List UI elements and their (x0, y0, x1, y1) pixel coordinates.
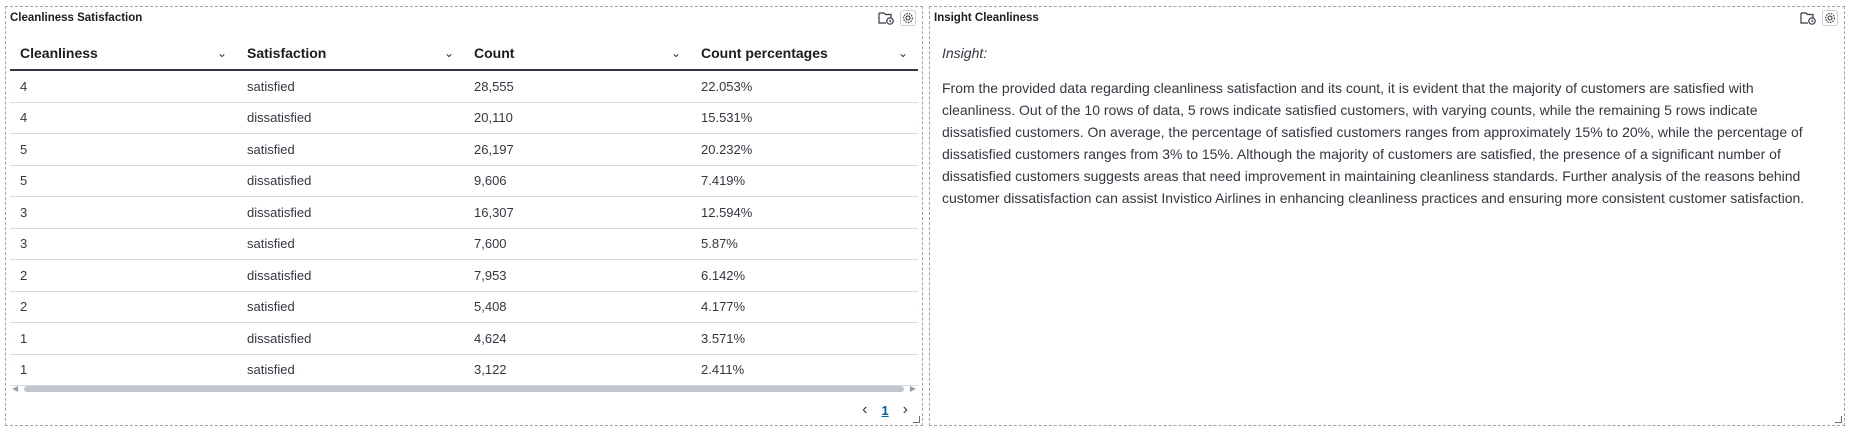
horizontal-scrollbar[interactable]: ◀ ▶ (10, 384, 918, 394)
chevron-left-icon[interactable]: ‹ (862, 401, 867, 419)
column-header-label: Satisfaction (247, 44, 327, 61)
table-cell: 1 (20, 330, 28, 346)
table-cell: 28,555 (474, 78, 514, 94)
table-cell: 2 (20, 267, 28, 283)
table-header: Cleanliness ⌄ Satisfaction ⌄ Count ⌄ Count per… (10, 36, 918, 71)
table-cell: dissatisfied (247, 330, 312, 346)
insight-cleanliness-panel: Insight Cleanliness Insight: From the pr… (929, 6, 1845, 426)
table-cell: dissatisfied (247, 204, 312, 220)
table-cell: 5.87% (701, 236, 738, 252)
column-header-label: Count percentages (701, 44, 828, 61)
resize-handle-icon[interactable] (913, 416, 920, 423)
panel-title: Insight Cleanliness (934, 12, 1039, 24)
table-row[interactable]: 4 satisfied 28,555 22.053% (10, 71, 918, 103)
chevron-down-icon[interactable]: ⌄ (217, 46, 227, 60)
table-row[interactable]: 3 dissatisfied 16,307 12.594% (10, 197, 918, 229)
table-cell: 1 (20, 362, 28, 378)
folder-clock-icon[interactable] (1800, 11, 1816, 25)
table-cell: satisfied (247, 141, 295, 157)
table-row[interactable]: 3 satisfied 7,600 5.87% (10, 229, 918, 260)
chevron-right-icon[interactable]: › (903, 401, 908, 419)
table-cell: 2 (20, 299, 28, 315)
chevron-down-icon[interactable]: ⌄ (671, 46, 681, 60)
gear-icon[interactable] (1822, 10, 1838, 26)
table-cell: 3.571% (701, 330, 746, 346)
table-cell: 2.411% (701, 362, 745, 378)
panel-title: Cleanliness Satisfaction (10, 12, 143, 24)
table-cell: 9,606 (474, 173, 507, 189)
cleanliness-satisfaction-panel: Cleanliness Satisfaction Cleanliness ⌄ Sat… (5, 6, 923, 426)
table-cell: 5,408 (474, 299, 507, 315)
table-cell: dissatisfied (247, 110, 312, 126)
pagination: ‹ 1 › (862, 401, 908, 419)
table-cell: satisfied (247, 362, 295, 378)
table-cell: 5 (20, 173, 28, 189)
chevron-down-icon[interactable]: ⌄ (898, 46, 908, 60)
insight-heading: Insight: (942, 45, 988, 61)
table-cell: 7.419% (701, 173, 746, 189)
page-number[interactable]: 1 (881, 403, 888, 418)
table-cell: dissatisfied (247, 173, 312, 189)
table-body: 4 satisfied 28,555 22.053% 4 dissatisfied 20,1… (10, 71, 918, 386)
table-row[interactable]: 5 dissatisfied 9,606 7.419% (10, 166, 918, 197)
table-cell: 12.594% (701, 204, 753, 220)
panel-toolbar (878, 10, 916, 26)
table-row[interactable]: 2 dissatisfied 7,953 6.142% (10, 260, 918, 292)
column-header-label: Count (474, 44, 515, 61)
table-cell: 20.232% (701, 141, 753, 157)
gear-icon[interactable] (900, 10, 916, 26)
table-row[interactable]: 1 satisfied 3,122 2.411% (10, 355, 918, 386)
table-cell: 4 (20, 78, 28, 94)
resize-handle-icon[interactable] (1835, 416, 1842, 423)
table-row[interactable]: 2 satisfied 5,408 4.177% (10, 292, 918, 323)
column-header[interactable]: Count percentages ⌄ (691, 45, 918, 61)
table-cell: 4 (20, 110, 28, 126)
table-cell: 16,307 (474, 204, 514, 220)
table-row[interactable]: 1 dissatisfied 4,624 3.571% (10, 323, 918, 355)
table-cell: 7,953 (474, 267, 507, 283)
table-cell: 22.053% (701, 78, 753, 94)
table-cell: 6.142% (701, 267, 746, 283)
column-header-label: Cleanliness (20, 44, 98, 61)
table-cell: 4,624 (474, 330, 507, 346)
folder-clock-icon[interactable] (878, 11, 894, 25)
table-cell: satisfied (247, 78, 295, 94)
insight-text: From the provided data regarding cleanli… (942, 80, 1805, 206)
table-cell: satisfied (247, 299, 295, 315)
chevron-down-icon[interactable]: ⌄ (444, 46, 454, 60)
scroll-left-icon[interactable]: ◀ (12, 384, 18, 393)
table-row[interactable]: 4 dissatisfied 20,110 15.531% (10, 103, 918, 134)
table-cell: 3,122 (474, 362, 507, 378)
table-cell: 3 (20, 236, 28, 252)
table-cell: 7,600 (474, 236, 507, 252)
table-cell: 3 (20, 204, 28, 220)
panel-toolbar (1800, 10, 1838, 26)
data-table: Cleanliness ⌄ Satisfaction ⌄ Count ⌄ Count per… (10, 36, 918, 386)
scroll-right-icon[interactable]: ▶ (910, 384, 916, 393)
scroll-thumb[interactable] (24, 386, 904, 392)
table-cell: satisfied (247, 236, 295, 252)
column-header[interactable]: Cleanliness ⌄ (10, 45, 237, 61)
column-header[interactable]: Satisfaction ⌄ (237, 45, 464, 61)
table-cell: 20,110 (474, 110, 513, 126)
table-row[interactable]: 5 satisfied 26,197 20.232% (10, 134, 918, 166)
column-header[interactable]: Count ⌄ (464, 45, 691, 61)
table-cell: 26,197 (474, 141, 514, 157)
table-cell: 4.177% (701, 299, 746, 315)
table-cell: 15.531% (701, 110, 753, 126)
table-cell: dissatisfied (247, 267, 312, 283)
table-cell: 5 (20, 141, 28, 157)
